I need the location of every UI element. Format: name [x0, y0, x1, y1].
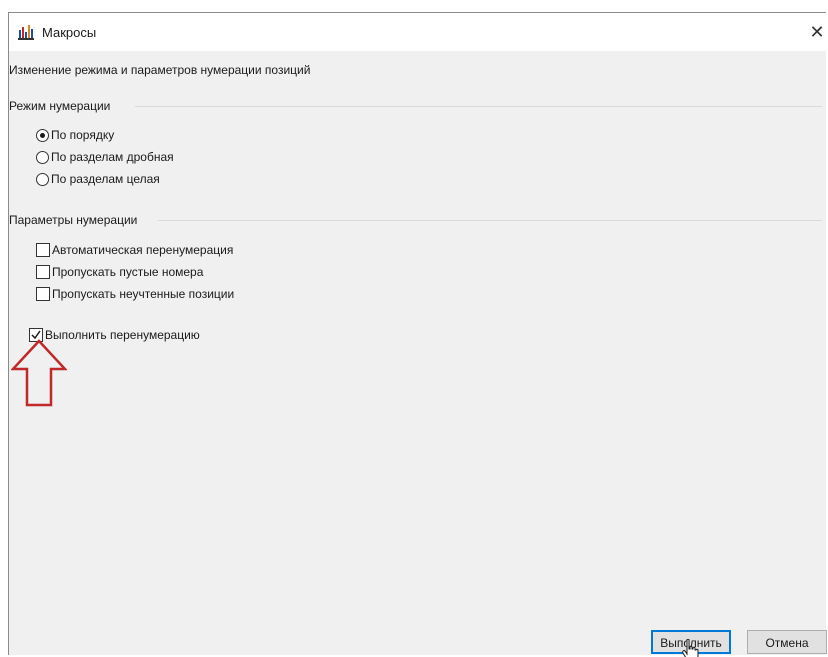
- window-title: Макросы: [42, 25, 97, 40]
- hand-cursor-icon: [682, 639, 699, 657]
- checkbox-skip-empty-box[interactable]: [36, 265, 50, 279]
- title-bar: Макросы ✕: [9, 13, 826, 51]
- radio-by-sections-whole[interactable]: По разделам целая: [36, 171, 160, 187]
- radio-by-sections-fractional-indicator[interactable]: [36, 150, 49, 164]
- radio-by-sections-fractional-label: По разделам дробная: [51, 150, 174, 164]
- checkbox-auto-renumber[interactable]: Автоматическая перенумерация: [36, 242, 233, 258]
- checkbox-auto-renumber-label: Автоматическая перенумерация: [52, 243, 234, 257]
- checkbox-skip-unaccounted-box[interactable]: [36, 287, 50, 301]
- checkbox-run-renumber-label: Выполнить перенумерацию: [45, 328, 200, 342]
- radio-by-order[interactable]: По порядку: [36, 127, 114, 143]
- radio-by-sections-whole-label: По разделам целая: [51, 172, 160, 186]
- checkbox-auto-renumber-box[interactable]: [36, 243, 50, 257]
- numbering-mode-group-label: Режим нумерации: [9, 99, 115, 113]
- cancel-button[interactable]: Отмена: [747, 630, 827, 654]
- checkbox-skip-unaccounted-label: Пропускать неучтенные позиции: [52, 287, 235, 301]
- numbering-params-group-label: Параметры нумерации: [9, 213, 142, 227]
- checkbox-skip-empty-label: Пропускать пустые номера: [52, 265, 204, 279]
- radio-by-sections-fractional[interactable]: По разделам дробная: [36, 149, 174, 165]
- dialog-caption: Изменение режима и параметров нумерации …: [9, 63, 311, 77]
- radio-by-order-indicator[interactable]: [36, 128, 49, 142]
- radio-by-order-label: По порядку: [51, 128, 115, 142]
- checkbox-skip-unaccounted[interactable]: Пропускать неучтенные позиции: [36, 286, 234, 302]
- radio-by-sections-whole-indicator[interactable]: [36, 172, 49, 186]
- numbering-params-separator: [158, 220, 822, 221]
- app-icon: [18, 25, 34, 40]
- checkbox-skip-empty[interactable]: Пропускать пустые номера: [36, 264, 203, 280]
- macros-dialog: Макросы ✕ Изменение режима и параметров …: [8, 12, 827, 657]
- numbering-mode-separator: [135, 106, 822, 107]
- annotation-arrow-icon: [11, 339, 67, 407]
- close-button[interactable]: ✕: [808, 22, 826, 42]
